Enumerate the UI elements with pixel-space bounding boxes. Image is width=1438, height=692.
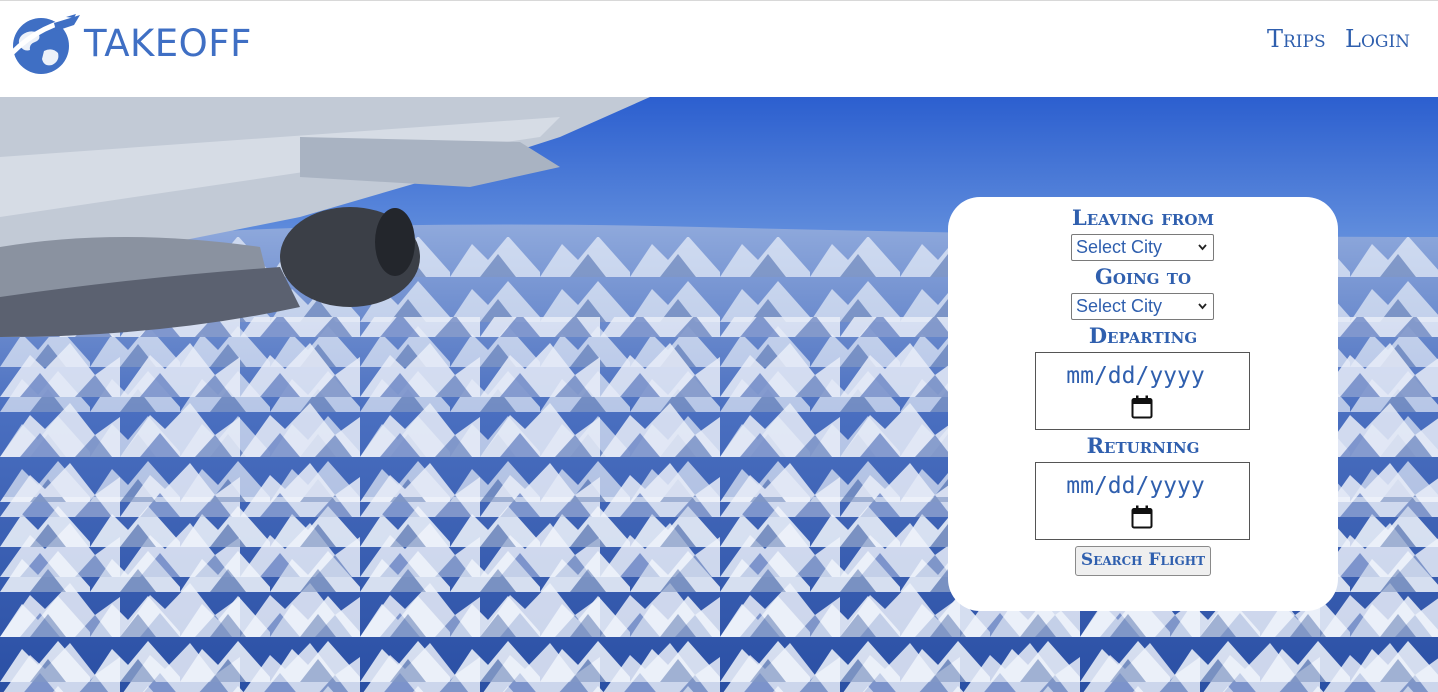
search-flight-button[interactable]: Search Flight xyxy=(1075,546,1211,576)
site-header: TAKEOFF Trips Login xyxy=(0,1,1438,97)
flight-search-panel: Leaving from Select City Going to Select… xyxy=(948,197,1338,611)
leaving-from-select-value: Select City xyxy=(1076,237,1163,257)
going-to-select[interactable]: Select City xyxy=(1071,293,1214,320)
leaving-from-select[interactable]: Select City xyxy=(1071,234,1214,261)
returning-date-placeholder: mm/dd/yyyy xyxy=(1066,473,1205,499)
departing-label: Departing xyxy=(1088,323,1198,348)
chevron-down-icon xyxy=(1198,244,1207,251)
departing-date-placeholder: mm/dd/yyyy xyxy=(1066,363,1205,389)
returning-date-input[interactable]: mm/dd/yyyy xyxy=(1035,462,1250,540)
calendar-icon[interactable] xyxy=(1131,505,1153,529)
departing-date-input[interactable]: mm/dd/yyyy xyxy=(1035,352,1250,430)
calendar-icon[interactable] xyxy=(1131,395,1153,419)
going-to-select-value: Select City xyxy=(1076,296,1163,316)
nav-login-link[interactable]: Login xyxy=(1345,25,1410,53)
going-to-label: Going to xyxy=(1094,264,1192,289)
leaving-from-label: Leaving from xyxy=(1071,205,1215,230)
chevron-down-icon xyxy=(1198,303,1207,310)
nav-trips-link[interactable]: Trips xyxy=(1267,25,1326,53)
globe-airplane-logo-icon[interactable] xyxy=(4,13,84,75)
brand-name[interactable]: TAKEOFF xyxy=(84,22,252,65)
returning-label: Returning xyxy=(1086,433,1200,458)
